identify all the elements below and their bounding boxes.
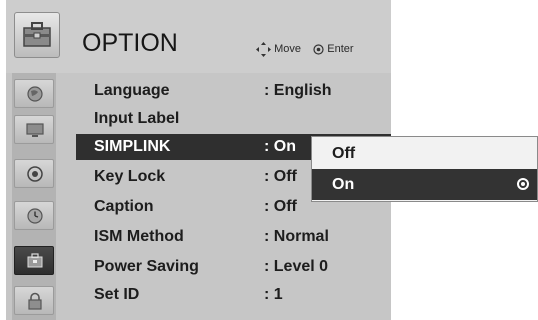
menu-header: OPTION Move Enter <box>6 0 391 73</box>
option-toolbox-icon <box>27 253 43 268</box>
menu-item-label: Input Label <box>94 110 180 127</box>
tab-option[interactable] <box>14 246 54 275</box>
option-off[interactable]: Off <box>312 138 537 169</box>
clock-icon <box>27 208 43 224</box>
menu-item-language[interactable]: Language : English <box>76 78 391 104</box>
tab-time[interactable] <box>14 201 54 230</box>
menu-item-label: ISM Method <box>94 228 184 245</box>
move-hint-label: Move <box>274 43 301 55</box>
tab-lock[interactable] <box>14 286 54 315</box>
menu-item-value: : On <box>264 138 296 155</box>
menu-item-power-saving[interactable]: Power Saving : Level 0 <box>76 254 391 280</box>
tab-audio[interactable] <box>14 159 54 188</box>
menu-item-label: Caption <box>94 198 154 215</box>
menu-item-label: Language <box>94 82 170 99</box>
menu-item-label: Key Lock <box>94 168 166 185</box>
navigation-hints: Move Enter <box>256 42 354 57</box>
menu-item-label: Set ID <box>94 286 140 303</box>
selected-radio-icon <box>517 178 529 190</box>
lock-icon <box>28 292 42 310</box>
option-toolbox-icon <box>14 12 60 58</box>
menu-item-input-label[interactable]: Input Label <box>76 106 391 132</box>
globe-icon <box>27 86 43 102</box>
tab-picture[interactable] <box>14 115 54 144</box>
menu-item-set-id[interactable]: Set ID : 1 <box>76 282 391 308</box>
menu-item-ism-method[interactable]: ISM Method : Normal <box>76 224 391 250</box>
menu-item-value: : Normal <box>264 228 329 245</box>
category-sidebar <box>12 73 56 320</box>
menu-item-value: : Level 0 <box>264 258 329 275</box>
enter-hint-label: Enter <box>327 43 354 55</box>
option-on[interactable]: On <box>312 169 537 200</box>
page-title: OPTION <box>82 29 178 57</box>
move-arrows-icon <box>256 42 271 57</box>
menu-item-value: : 1 <box>264 286 283 303</box>
menu-item-value: : Off <box>264 198 297 215</box>
enter-button-icon <box>313 44 324 55</box>
speaker-icon <box>27 166 43 182</box>
monitor-icon <box>26 123 44 137</box>
tab-picture-setup[interactable] <box>14 79 54 108</box>
simplink-options-popup: Off On <box>311 136 538 202</box>
menu-item-label: Power Saving <box>94 258 199 275</box>
menu-item-label: SIMPLINK <box>94 138 171 155</box>
option-label: On <box>332 176 355 193</box>
option-label: Off <box>332 145 356 162</box>
menu-item-value: : Off <box>264 168 297 185</box>
menu-item-value: : English <box>264 82 332 99</box>
